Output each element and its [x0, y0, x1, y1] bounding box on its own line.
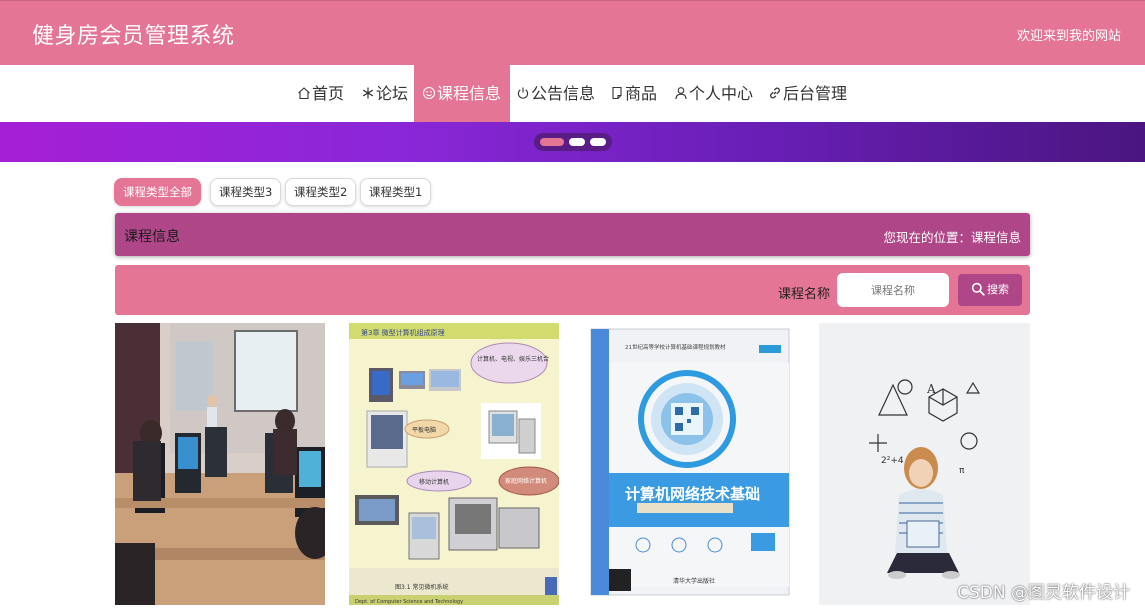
slide-bubble-text-2: 平板电脑	[412, 426, 436, 434]
slide-bubble-text-4: 家庭网络计算机	[505, 477, 547, 485]
search-button[interactable]: 搜索	[958, 274, 1022, 306]
watermark: CSDN @图灵软件设计	[957, 583, 1130, 603]
carousel-banner	[0, 122, 1145, 162]
course-card-2[interactable]: 第3章 微型计算机组成原理 计算机、电视、娱乐三机合 平板电脑 移动计算机 家庭…	[349, 323, 559, 605]
nav-item-admin[interactable]: 后台管理	[768, 65, 847, 122]
carousel-dot-1[interactable]	[540, 138, 564, 146]
main-nav: 首页 论坛 课程信息 公告信息 商品 个人中心 后台管理	[0, 65, 1145, 122]
nav-item-label: 后台管理	[783, 84, 848, 103]
course-card-3[interactable]: 21世纪高等学校计算机基础课程规划教材 计算机网络技术基础 清华大学出版社	[583, 323, 795, 605]
search-button-label: 搜索	[987, 283, 1009, 296]
nav-item-courses[interactable]: 课程信息	[414, 65, 510, 122]
nav-item-label: 商品	[625, 84, 658, 103]
slide-header-text: 第3章 微型计算机组成原理	[361, 328, 445, 337]
site-title: 健身房会员管理系统	[32, 24, 235, 49]
svg-text:π: π	[959, 466, 965, 476]
filter-all[interactable]: 课程类型全部	[114, 178, 201, 206]
header-bar: 健身房会员管理系统 欢迎来到我的网站	[0, 0, 1145, 65]
course-card-1[interactable]	[115, 323, 325, 605]
nav-item-profile[interactable]: 个人中心	[674, 65, 753, 122]
course-card-4[interactable]: A 2²+4 π	[819, 323, 1030, 605]
link-icon	[770, 87, 780, 99]
power-icon	[517, 87, 529, 99]
filter-type-2[interactable]: 课程类型2	[285, 178, 357, 206]
filter-type-1[interactable]: 课程类型1	[360, 178, 432, 206]
filter-type-3[interactable]: 课程类型3	[210, 178, 282, 206]
svg-text:A: A	[926, 382, 936, 396]
page-title: 课程信息	[124, 229, 180, 245]
slide-bubble-text-1: 计算机、电视、娱乐三机合	[477, 355, 549, 363]
welcome-text: 欢迎来到我的网站	[1016, 29, 1121, 44]
book-publisher-text: 清华大学出版社	[673, 577, 715, 585]
slide-caption: 图3.1 常见微机系统	[395, 583, 448, 591]
course-image-computer-types: 第3章 微型计算机组成原理 计算机、电视、娱乐三机合 平板电脑 移动计算机 家庭…	[349, 323, 559, 605]
book-series-text: 21世纪高等学校计算机基础课程规划教材	[625, 343, 726, 351]
nav-item-announcements[interactable]: 公告信息	[516, 65, 595, 122]
breadcrumb: 课程信息 您现在的位置：课程信息	[115, 213, 1030, 256]
nav-item-label: 课程信息	[437, 84, 502, 103]
current-location: 您现在的位置：课程信息	[883, 230, 1021, 245]
search-input[interactable]	[837, 273, 949, 307]
nav-item-forum[interactable]: 论坛	[361, 65, 408, 122]
nav-item-products[interactable]: 商品	[610, 65, 657, 122]
slide-footer: Dept. of Computer Science and Technology	[355, 599, 463, 605]
nav-item-label: 个人中心	[689, 84, 754, 103]
nav-item-label: 论坛	[376, 84, 409, 103]
carousel-indicators	[534, 133, 612, 151]
course-image-network-book: 21世纪高等学校计算机基础课程规划教材 计算机网络技术基础 清华大学出版社	[583, 323, 795, 605]
nav-item-label: 公告信息	[531, 84, 596, 103]
book-title-text: 计算机网络技术基础	[625, 485, 760, 503]
search-label: 课程名称	[778, 287, 831, 302]
search-icon	[971, 282, 985, 296]
course-image-computer-lab	[115, 323, 325, 605]
home-icon	[298, 87, 310, 100]
smile-icon	[422, 86, 436, 100]
note-icon	[612, 86, 622, 100]
svg-text:2²+4: 2²+4	[881, 456, 904, 466]
carousel-dot-3[interactable]	[590, 138, 606, 146]
snowflake-icon	[362, 87, 374, 99]
carousel-dot-2[interactable]	[569, 138, 585, 146]
nav-item-label: 首页	[312, 84, 345, 103]
nav-item-home[interactable]: 首页	[297, 65, 344, 122]
user-icon	[675, 87, 687, 100]
slide-bubble-text-3: 移动计算机	[419, 478, 449, 486]
search-bar: 课程名称 搜索	[115, 265, 1030, 315]
course-image-girl-reading: A 2²+4 π	[819, 323, 1030, 605]
